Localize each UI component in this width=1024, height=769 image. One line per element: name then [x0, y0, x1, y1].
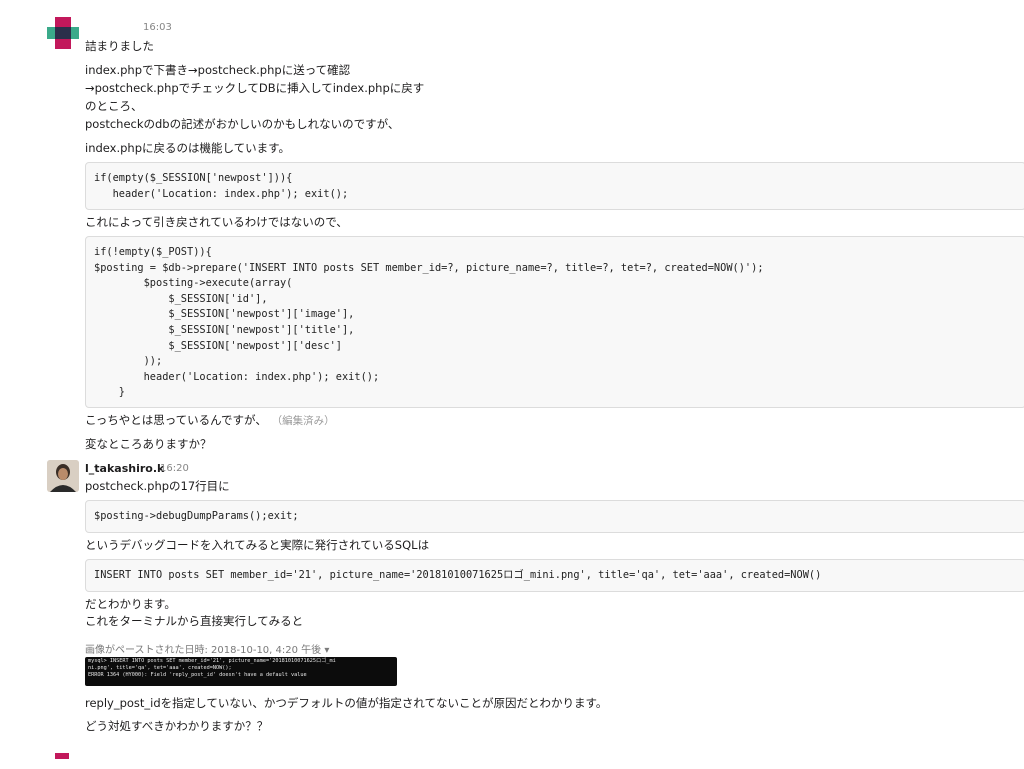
terminal-line: mysql> INSERT INTO posts SET member_id='…: [88, 658, 336, 664]
message-text: どう対処すべきかわかりますか？？: [85, 719, 269, 733]
user-avatar[interactable]: [47, 460, 79, 492]
message-text: 詰まりました: [85, 39, 154, 53]
terminal-line: ni.png', title='qa', tet='aaa', created=…: [88, 665, 232, 671]
image-paste-meta[interactable]: 画像がペーストされた日時: 2018-10-10, 4:20 午後 ▾: [85, 641, 329, 656]
message-text: postcheck.phpの17行目に: [85, 479, 230, 493]
message-text-content: こっちやとは思っているんですが、: [85, 413, 267, 427]
workspace-logo-icon: [55, 753, 69, 759]
code-text: if(!empty($_POST)){ $posting = $db->prep…: [94, 246, 764, 399]
message-text: こっちやとは思っているんですが、 （編集済み）: [85, 413, 335, 428]
code-block: if(empty($_SESSION['newpost'])){ header(…: [85, 162, 1024, 210]
message-text: reply_post_idを指定していない、かつデフォルトの値が指定されてないこ…: [85, 696, 608, 710]
user-photo-icon: [47, 460, 79, 492]
workspace-logo-icon: [47, 17, 79, 49]
message-text: postcheckのdbの記述がおかしいのかもしれないのですが、: [85, 117, 400, 131]
edited-label: （編集済み）: [276, 415, 335, 427]
message-text: →postcheck.phpでチェックしてDBに挿入してindex.phpに戻す: [85, 81, 425, 95]
message-text: のところ、: [85, 99, 143, 113]
code-text: $posting->debugDumpParams();exit;: [94, 510, 299, 522]
user-avatar[interactable]: [47, 17, 79, 49]
terminal-line: ERROR 1364 (HY000): Field 'reply_post_id…: [88, 672, 307, 678]
message-text: index.phpに戻るのは機能しています。: [85, 141, 291, 155]
message-text: というデバッグコードを入れてみると実際に発行されているSQLは: [85, 538, 430, 552]
message-text: index.phpで下書き→postcheck.phpに送って確認: [85, 63, 351, 77]
code-block: if(!empty($_POST)){ $posting = $db->prep…: [85, 236, 1024, 408]
message-text: これをターミナルから直接実行してみると: [85, 614, 304, 628]
code-text: if(empty($_SESSION['newpost'])){ header(…: [94, 172, 349, 200]
code-block: $posting->debugDumpParams();exit;: [85, 500, 1024, 533]
sender-name[interactable]: l_takashiro.k: [85, 462, 164, 475]
next-message-avatar-partial: [47, 744, 77, 759]
message-timestamp[interactable]: 16:03: [143, 22, 172, 33]
code-block: INSERT INTO posts SET member_id='21', pi…: [85, 559, 1024, 592]
terminal-screenshot[interactable]: mysql> INSERT INTO posts SET member_id='…: [85, 657, 397, 686]
message-text: 変なところありますか？: [85, 437, 212, 451]
message-text: これによって引き戻されているわけではないので、: [85, 215, 348, 229]
code-text: INSERT INTO posts SET member_id='21', pi…: [94, 569, 822, 581]
message-timestamp[interactable]: 16:20: [160, 463, 189, 474]
message-text: だとわかります。: [85, 597, 176, 611]
